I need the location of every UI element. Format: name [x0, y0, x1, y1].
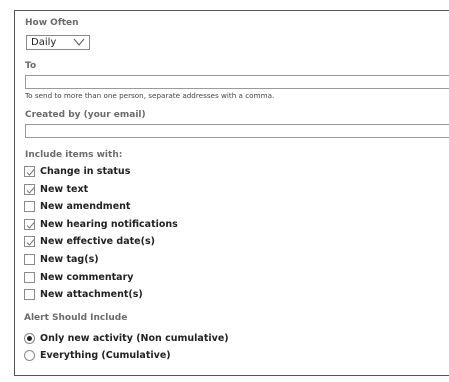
how-often-label: How Often	[25, 18, 79, 28]
checkbox[interactable]	[24, 289, 35, 301]
checkbox[interactable]	[24, 271, 35, 283]
include-items-label: Include items with:	[25, 150, 123, 160]
checkbox-label: New hearing notifications	[40, 218, 178, 230]
checkmark-icon	[26, 186, 35, 194]
checkbox[interactable]	[24, 236, 35, 248]
how-often-value: Daily	[31, 37, 57, 48]
checkbox-label: New effective date(s)	[40, 236, 155, 248]
checkbox-label: Change in status	[40, 166, 131, 177]
checkmark-icon	[26, 221, 35, 229]
checkbox[interactable]	[24, 201, 35, 213]
checkbox-label: New text	[40, 183, 89, 195]
checkbox[interactable]	[24, 166, 35, 177]
checkbox-label: New commentary	[40, 271, 134, 283]
radio-button[interactable]	[24, 350, 35, 361]
checkmark-icon	[26, 239, 35, 247]
created-by-email-input[interactable]	[25, 124, 449, 138]
to-label: To	[25, 61, 37, 71]
checkbox-label: New amendment	[40, 201, 131, 213]
alert-include-label: Alert Should Include	[24, 313, 128, 323]
checkbox-label: New tag(s)	[40, 254, 99, 265]
checkbox[interactable]	[24, 254, 35, 265]
how-often-select[interactable]: Daily	[26, 35, 90, 50]
radio-selected-dot	[27, 336, 32, 341]
radio-label: Everything (Cumulative)	[40, 350, 171, 361]
to-hint-text: To send to more than one person, separat…	[25, 91, 275, 100]
checkbox[interactable]	[24, 218, 35, 230]
checkbox-label: New attachment(s)	[40, 289, 143, 301]
checkbox[interactable]	[24, 183, 35, 195]
radio-button[interactable]	[24, 333, 35, 344]
radio-label: Only new activity (Non cumulative)	[40, 333, 229, 344]
created-by-label: Created by (your email)	[25, 110, 146, 120]
chevron-down-icon	[73, 38, 85, 46]
to-email-input[interactable]	[25, 75, 449, 89]
checkmark-icon	[26, 169, 35, 176]
